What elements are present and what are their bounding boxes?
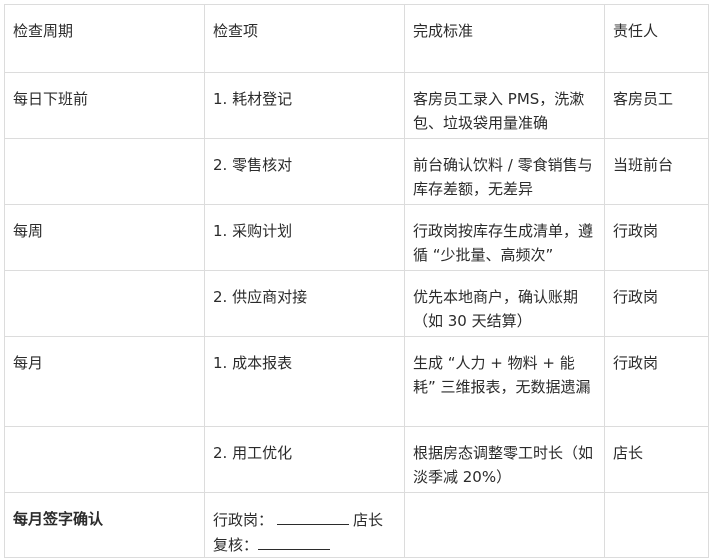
empty-cell: [604, 492, 709, 558]
table-row: 2. 供应商对接 优先本地商户，确认账期（如 30 天结算） 行政岗: [4, 270, 709, 337]
row-cell-owner: 行政岗: [604, 336, 709, 427]
table-header-row: 检查周期 检查项 完成标准 责任人: [4, 4, 709, 73]
row-cell-period: [4, 426, 205, 493]
row-cell-standard: 生成 “人力 + 物料 + 能耗” 三维报表，无数据遗漏: [404, 336, 605, 427]
row-cell-item: 1. 采购计划: [204, 204, 405, 271]
table-row: 每周 1. 采购计划 行政岗按库存生成清单，遵循 “少批量、高频次” 行政岗: [4, 204, 709, 271]
row-cell-standard: 优先本地商户，确认账期（如 30 天结算）: [404, 270, 605, 337]
row-cell-item: 2. 供应商对接: [204, 270, 405, 337]
row-cell-period: 每月: [4, 336, 205, 427]
header-cell-standard: 完成标准: [404, 4, 605, 73]
admin-signature-line[interactable]: [277, 507, 350, 525]
row-cell-period: 每周: [4, 204, 205, 271]
signature-cell: 行政岗： 店长 复核：: [204, 492, 405, 558]
table-row: 每月 1. 成本报表 生成 “人力 + 物料 + 能耗” 三维报表，无数据遗漏 …: [4, 336, 709, 427]
review-signature-label: 复核：: [213, 536, 259, 554]
row-cell-owner: 客房员工: [604, 72, 709, 139]
row-cell-period: 每日下班前: [4, 72, 205, 139]
signature-label: 每月签字确认: [4, 492, 205, 558]
row-cell-owner: 行政岗: [604, 204, 709, 271]
table-row: 每日下班前 1. 耗材登记 客房员工录入 PMS，洗漱包、垃圾袋用量准确 客房员…: [4, 72, 709, 139]
row-cell-owner: 行政岗: [604, 270, 709, 337]
inspection-table: 检查周期 检查项 完成标准 责任人 每日下班前 1. 耗材登记 客房员工录入 P…: [4, 4, 709, 558]
header-cell-owner: 责任人: [604, 4, 709, 73]
row-cell-standard: 行政岗按库存生成清单，遵循 “少批量、高频次”: [404, 204, 605, 271]
row-cell-period: [4, 270, 205, 337]
table-row: 2. 零售核对 前台确认饮料 / 零食销售与库存差额，无差异 当班前台: [4, 138, 709, 205]
row-cell-item: 2. 用工优化: [204, 426, 405, 493]
row-cell-item: 2. 零售核对: [204, 138, 405, 205]
manager-signature-label: 店长: [353, 511, 384, 529]
empty-cell: [404, 492, 605, 558]
row-cell-item: 1. 耗材登记: [204, 72, 405, 139]
review-signature-line[interactable]: [258, 532, 331, 550]
signature-row: 每月签字确认 行政岗： 店长 复核：: [4, 492, 709, 558]
header-cell-item: 检查项: [204, 4, 405, 73]
row-cell-owner: 店长: [604, 426, 709, 493]
admin-signature-label: 行政岗：: [213, 511, 274, 529]
header-cell-period: 检查周期: [4, 4, 205, 73]
row-cell-period: [4, 138, 205, 205]
row-cell-standard: 根据房态调整零工时长（如淡季减 20%）: [404, 426, 605, 493]
table-row: 2. 用工优化 根据房态调整零工时长（如淡季减 20%） 店长: [4, 426, 709, 493]
row-cell-item: 1. 成本报表: [204, 336, 405, 427]
row-cell-standard: 前台确认饮料 / 零食销售与库存差额，无差异: [404, 138, 605, 205]
row-cell-standard: 客房员工录入 PMS，洗漱包、垃圾袋用量准确: [404, 72, 605, 139]
row-cell-owner: 当班前台: [604, 138, 709, 205]
